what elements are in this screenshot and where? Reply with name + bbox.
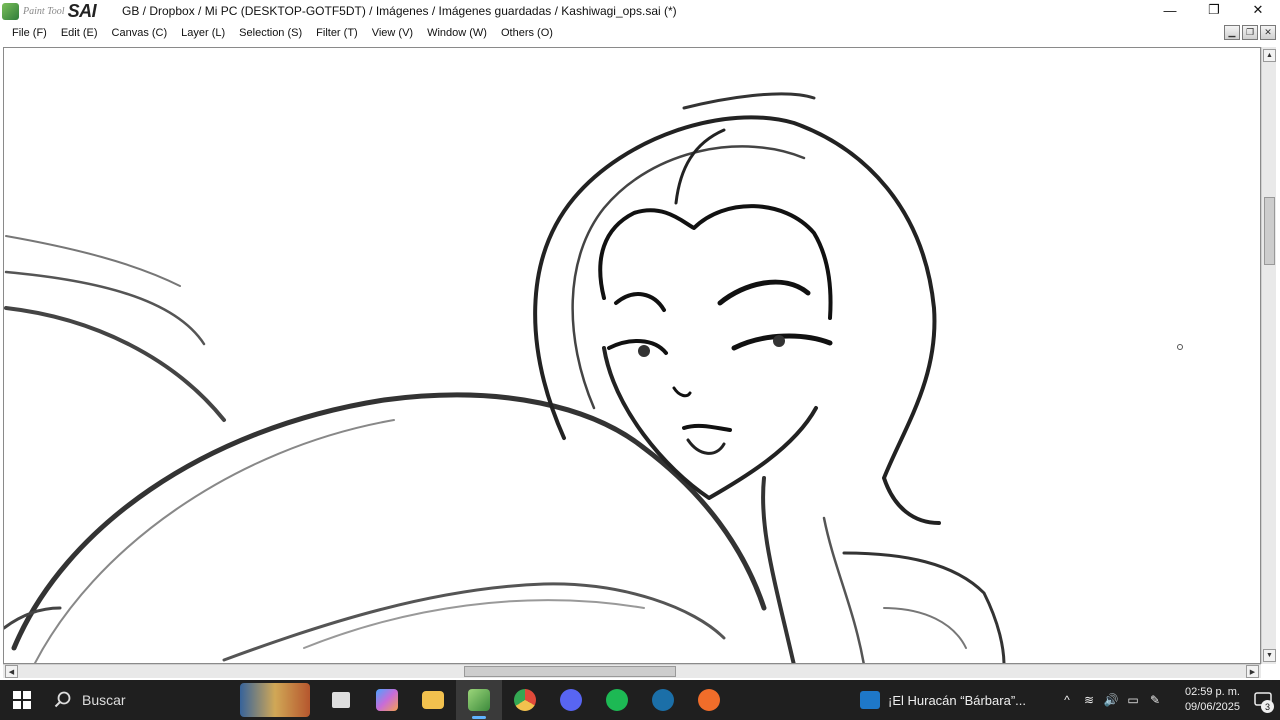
- menu-filter[interactable]: Filter (T): [309, 27, 365, 39]
- search-highlight-image: [240, 683, 310, 717]
- taskbar-file-explorer[interactable]: [410, 680, 456, 720]
- horizontal-scroll-thumb[interactable]: [464, 666, 676, 677]
- document-window-controls: ▁ ❐ ✕: [1224, 25, 1276, 40]
- clock-time: 02:59 p. m.: [1184, 686, 1240, 698]
- logo-text-big: SAI: [67, 0, 97, 21]
- menu-others[interactable]: Others (O): [494, 27, 560, 39]
- menu-view[interactable]: View (V): [365, 27, 420, 39]
- taskbar-spotify[interactable]: [594, 680, 640, 720]
- news-headline: ¡El Huracán “Bárbara”...: [888, 692, 1026, 708]
- vertical-scrollbar[interactable]: ▲ ▼: [1261, 47, 1276, 664]
- clock-date: 09/06/2025: [1184, 701, 1240, 713]
- app-logo: Paint Tool SAI: [0, 0, 110, 22]
- scroll-right-arrow-icon[interactable]: ▶: [1246, 665, 1259, 678]
- spotify-icon: [606, 689, 628, 711]
- search-label: Buscar: [82, 692, 126, 708]
- task-view-icon: [332, 692, 350, 708]
- window-title: GB / Dropbox / Mi PC (DESKTOP-GOTF5DT) /…: [122, 4, 677, 18]
- restore-button[interactable]: ❐: [1192, 0, 1236, 20]
- scroll-up-arrow-icon[interactable]: ▲: [1263, 49, 1276, 62]
- scroll-left-arrow-icon[interactable]: ◀: [5, 665, 18, 678]
- doc-minimize-button[interactable]: ▁: [1224, 25, 1240, 40]
- logo-text-small: Paint Tool: [23, 5, 65, 17]
- close-button[interactable]: ✕: [1236, 0, 1280, 20]
- horizontal-scrollbar[interactable]: ◀ ▶: [3, 664, 1261, 678]
- steam-icon: [652, 689, 674, 711]
- menu-edit[interactable]: Edit (E): [54, 27, 105, 39]
- discord-icon: [560, 689, 582, 711]
- origin-icon: [698, 689, 720, 711]
- sketch-artwork: [4, 92, 1183, 663]
- notification-badge: 3: [1261, 700, 1274, 713]
- painttool-sai-icon: [468, 689, 490, 711]
- menu-file[interactable]: File (F): [5, 27, 54, 39]
- menu-bar: File (F) Edit (E) Canvas (C) Layer (L) S…: [0, 22, 1280, 44]
- window-controls: — ❐ ✕: [1148, 0, 1280, 22]
- taskbar-chrome[interactable]: [502, 680, 548, 720]
- taskbar-news-widget[interactable]: ¡El Huracán “Bárbara”...: [860, 680, 1026, 720]
- menu-canvas[interactable]: Canvas (C): [105, 27, 175, 39]
- windows-logo-icon: [13, 691, 31, 709]
- taskbar-search[interactable]: Buscar: [44, 680, 240, 720]
- menu-layer[interactable]: Layer (L): [174, 27, 232, 39]
- news-icon: [860, 691, 880, 709]
- menu-window[interactable]: Window (W): [420, 27, 494, 39]
- chevron-up-icon[interactable]: ^: [1056, 680, 1078, 720]
- taskbar-copilot[interactable]: [364, 680, 410, 720]
- taskbar-origin[interactable]: [686, 680, 732, 720]
- vertical-scroll-thumb[interactable]: [1264, 197, 1275, 265]
- scroll-down-arrow-icon[interactable]: ▼: [1263, 649, 1276, 662]
- taskbar-discord[interactable]: [548, 680, 594, 720]
- doc-close-button[interactable]: ✕: [1260, 25, 1276, 40]
- taskbar-steam[interactable]: [640, 680, 686, 720]
- drawing-canvas[interactable]: [3, 47, 1261, 664]
- taskbar-clock[interactable]: 02:59 p. m. 09/06/2025: [1174, 685, 1240, 715]
- doc-restore-button[interactable]: ❐: [1242, 25, 1258, 40]
- taskbar-task-view[interactable]: [318, 680, 364, 720]
- system-tray: ^ ≋ 🔊 ▭ ✎ 02:59 p. m. 09/06/2025 3: [1056, 680, 1280, 720]
- network-icon[interactable]: ≋: [1078, 680, 1100, 720]
- menu-selection[interactable]: Selection (S): [232, 27, 309, 39]
- windows-taskbar: Buscar ¡El Huracán “Bárbara”... ^ ≋ 🔊 ▭ …: [0, 680, 1280, 720]
- search-icon: [54, 691, 71, 708]
- title-bar: Paint Tool SAI GB / Dropbox / Mi PC (DES…: [0, 0, 1280, 22]
- sai-logo-icon: [2, 2, 19, 20]
- minimize-button[interactable]: —: [1148, 0, 1192, 20]
- file-explorer-icon: [422, 691, 444, 709]
- battery-icon[interactable]: ▭: [1122, 680, 1144, 720]
- start-button[interactable]: [0, 680, 44, 720]
- taskbar-painttool-sai[interactable]: [456, 680, 502, 720]
- copilot-icon: [376, 689, 398, 711]
- paint-tool-sai-window: Paint Tool SAI GB / Dropbox / Mi PC (DES…: [0, 0, 1280, 720]
- volume-icon[interactable]: 🔊: [1100, 680, 1122, 720]
- chrome-icon: [514, 689, 536, 711]
- pen-icon[interactable]: ✎: [1144, 680, 1166, 720]
- notification-button[interactable]: 3: [1246, 680, 1280, 720]
